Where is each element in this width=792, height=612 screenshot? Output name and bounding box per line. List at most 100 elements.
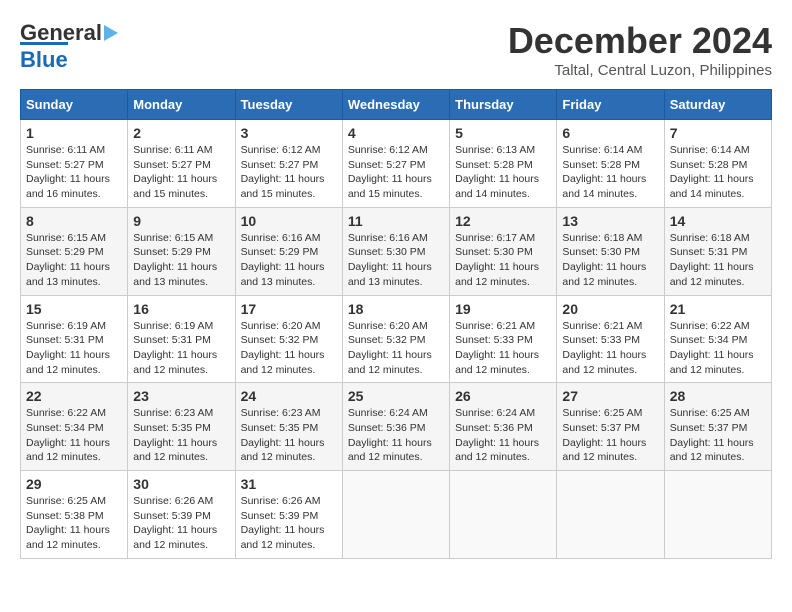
day-info: Sunrise: 6:18 AM Sunset: 5:31 PM Dayligh… [670, 231, 766, 290]
day-info: Sunrise: 6:16 AM Sunset: 5:29 PM Dayligh… [241, 231, 337, 290]
calendar-cell: 24 Sunrise: 6:23 AM Sunset: 5:35 PM Dayl… [235, 383, 342, 471]
calendar-cell: 23 Sunrise: 6:23 AM Sunset: 5:35 PM Dayl… [128, 383, 235, 471]
day-number: 7 [670, 125, 766, 141]
calendar-cell: 26 Sunrise: 6:24 AM Sunset: 5:36 PM Dayl… [450, 383, 557, 471]
day-number: 9 [133, 213, 229, 229]
calendar-cell: 16 Sunrise: 6:19 AM Sunset: 5:31 PM Dayl… [128, 295, 235, 383]
day-number: 14 [670, 213, 766, 229]
day-number: 8 [26, 213, 122, 229]
day-info: Sunrise: 6:25 AM Sunset: 5:37 PM Dayligh… [562, 406, 658, 465]
calendar-cell: 13 Sunrise: 6:18 AM Sunset: 5:30 PM Dayl… [557, 207, 664, 295]
calendar-cell: 20 Sunrise: 6:21 AM Sunset: 5:33 PM Dayl… [557, 295, 664, 383]
location: Taltal, Central Luzon, Philippines [508, 62, 772, 79]
day-info: Sunrise: 6:12 AM Sunset: 5:27 PM Dayligh… [348, 143, 444, 202]
calendar-cell [342, 471, 449, 559]
calendar-cell: 8 Sunrise: 6:15 AM Sunset: 5:29 PM Dayli… [21, 207, 128, 295]
calendar-cell: 5 Sunrise: 6:13 AM Sunset: 5:28 PM Dayli… [450, 120, 557, 208]
calendar-cell: 2 Sunrise: 6:11 AM Sunset: 5:27 PM Dayli… [128, 120, 235, 208]
day-info: Sunrise: 6:19 AM Sunset: 5:31 PM Dayligh… [26, 319, 122, 378]
day-info: Sunrise: 6:18 AM Sunset: 5:30 PM Dayligh… [562, 231, 658, 290]
day-info: Sunrise: 6:13 AM Sunset: 5:28 PM Dayligh… [455, 143, 551, 202]
day-number: 30 [133, 476, 229, 492]
weekday-header-friday: Friday [557, 90, 664, 120]
day-info: Sunrise: 6:21 AM Sunset: 5:33 PM Dayligh… [562, 319, 658, 378]
day-number: 25 [348, 388, 444, 404]
day-number: 16 [133, 301, 229, 317]
calendar-cell: 22 Sunrise: 6:22 AM Sunset: 5:34 PM Dayl… [21, 383, 128, 471]
calendar-cell: 27 Sunrise: 6:25 AM Sunset: 5:37 PM Dayl… [557, 383, 664, 471]
calendar-cell: 18 Sunrise: 6:20 AM Sunset: 5:32 PM Dayl… [342, 295, 449, 383]
calendar-cell: 17 Sunrise: 6:20 AM Sunset: 5:32 PM Dayl… [235, 295, 342, 383]
calendar-cell: 6 Sunrise: 6:14 AM Sunset: 5:28 PM Dayli… [557, 120, 664, 208]
day-number: 4 [348, 125, 444, 141]
day-info: Sunrise: 6:24 AM Sunset: 5:36 PM Dayligh… [348, 406, 444, 465]
calendar-cell [450, 471, 557, 559]
day-number: 13 [562, 213, 658, 229]
title-block: December 2024 Taltal, Central Luzon, Phi… [508, 20, 772, 79]
calendar-cell: 14 Sunrise: 6:18 AM Sunset: 5:31 PM Dayl… [664, 207, 771, 295]
day-number: 28 [670, 388, 766, 404]
day-info: Sunrise: 6:26 AM Sunset: 5:39 PM Dayligh… [133, 494, 229, 553]
calendar-cell [664, 471, 771, 559]
day-number: 17 [241, 301, 337, 317]
logo-arrow-icon [104, 25, 118, 41]
day-info: Sunrise: 6:26 AM Sunset: 5:39 PM Dayligh… [241, 494, 337, 553]
day-number: 20 [562, 301, 658, 317]
calendar-cell: 12 Sunrise: 6:17 AM Sunset: 5:30 PM Dayl… [450, 207, 557, 295]
day-number: 15 [26, 301, 122, 317]
weekday-header-sunday: Sunday [21, 90, 128, 120]
day-number: 29 [26, 476, 122, 492]
day-info: Sunrise: 6:11 AM Sunset: 5:27 PM Dayligh… [26, 143, 122, 202]
day-info: Sunrise: 6:25 AM Sunset: 5:37 PM Dayligh… [670, 406, 766, 465]
day-info: Sunrise: 6:15 AM Sunset: 5:29 PM Dayligh… [133, 231, 229, 290]
calendar-cell: 25 Sunrise: 6:24 AM Sunset: 5:36 PM Dayl… [342, 383, 449, 471]
day-number: 1 [26, 125, 122, 141]
calendar-cell: 19 Sunrise: 6:21 AM Sunset: 5:33 PM Dayl… [450, 295, 557, 383]
weekday-header-thursday: Thursday [450, 90, 557, 120]
day-number: 11 [348, 213, 444, 229]
month-title: December 2024 [508, 20, 772, 62]
day-info: Sunrise: 6:11 AM Sunset: 5:27 PM Dayligh… [133, 143, 229, 202]
day-info: Sunrise: 6:14 AM Sunset: 5:28 PM Dayligh… [670, 143, 766, 202]
day-number: 24 [241, 388, 337, 404]
calendar-cell: 4 Sunrise: 6:12 AM Sunset: 5:27 PM Dayli… [342, 120, 449, 208]
page-header: General Blue December 2024 Taltal, Centr… [20, 20, 772, 79]
day-info: Sunrise: 6:23 AM Sunset: 5:35 PM Dayligh… [133, 406, 229, 465]
day-number: 2 [133, 125, 229, 141]
calendar-cell: 7 Sunrise: 6:14 AM Sunset: 5:28 PM Dayli… [664, 120, 771, 208]
day-number: 6 [562, 125, 658, 141]
calendar-cell: 31 Sunrise: 6:26 AM Sunset: 5:39 PM Dayl… [235, 471, 342, 559]
day-number: 10 [241, 213, 337, 229]
weekday-header-monday: Monday [128, 90, 235, 120]
calendar-cell: 10 Sunrise: 6:16 AM Sunset: 5:29 PM Dayl… [235, 207, 342, 295]
day-info: Sunrise: 6:17 AM Sunset: 5:30 PM Dayligh… [455, 231, 551, 290]
calendar-cell: 29 Sunrise: 6:25 AM Sunset: 5:38 PM Dayl… [21, 471, 128, 559]
day-number: 27 [562, 388, 658, 404]
weekday-header-saturday: Saturday [664, 90, 771, 120]
day-info: Sunrise: 6:24 AM Sunset: 5:36 PM Dayligh… [455, 406, 551, 465]
day-number: 5 [455, 125, 551, 141]
day-info: Sunrise: 6:22 AM Sunset: 5:34 PM Dayligh… [670, 319, 766, 378]
calendar-cell: 21 Sunrise: 6:22 AM Sunset: 5:34 PM Dayl… [664, 295, 771, 383]
day-number: 31 [241, 476, 337, 492]
day-info: Sunrise: 6:14 AM Sunset: 5:28 PM Dayligh… [562, 143, 658, 202]
calendar-cell: 15 Sunrise: 6:19 AM Sunset: 5:31 PM Dayl… [21, 295, 128, 383]
calendar-cell: 30 Sunrise: 6:26 AM Sunset: 5:39 PM Dayl… [128, 471, 235, 559]
calendar-table: SundayMondayTuesdayWednesdayThursdayFrid… [20, 89, 772, 559]
day-info: Sunrise: 6:15 AM Sunset: 5:29 PM Dayligh… [26, 231, 122, 290]
calendar-cell: 3 Sunrise: 6:12 AM Sunset: 5:27 PM Dayli… [235, 120, 342, 208]
day-info: Sunrise: 6:25 AM Sunset: 5:38 PM Dayligh… [26, 494, 122, 553]
day-number: 12 [455, 213, 551, 229]
day-number: 21 [670, 301, 766, 317]
day-info: Sunrise: 6:21 AM Sunset: 5:33 PM Dayligh… [455, 319, 551, 378]
day-number: 19 [455, 301, 551, 317]
calendar-cell: 28 Sunrise: 6:25 AM Sunset: 5:37 PM Dayl… [664, 383, 771, 471]
day-number: 22 [26, 388, 122, 404]
logo: General Blue [20, 20, 118, 73]
day-number: 23 [133, 388, 229, 404]
day-number: 26 [455, 388, 551, 404]
calendar-cell: 11 Sunrise: 6:16 AM Sunset: 5:30 PM Dayl… [342, 207, 449, 295]
day-number: 3 [241, 125, 337, 141]
day-info: Sunrise: 6:16 AM Sunset: 5:30 PM Dayligh… [348, 231, 444, 290]
day-info: Sunrise: 6:19 AM Sunset: 5:31 PM Dayligh… [133, 319, 229, 378]
